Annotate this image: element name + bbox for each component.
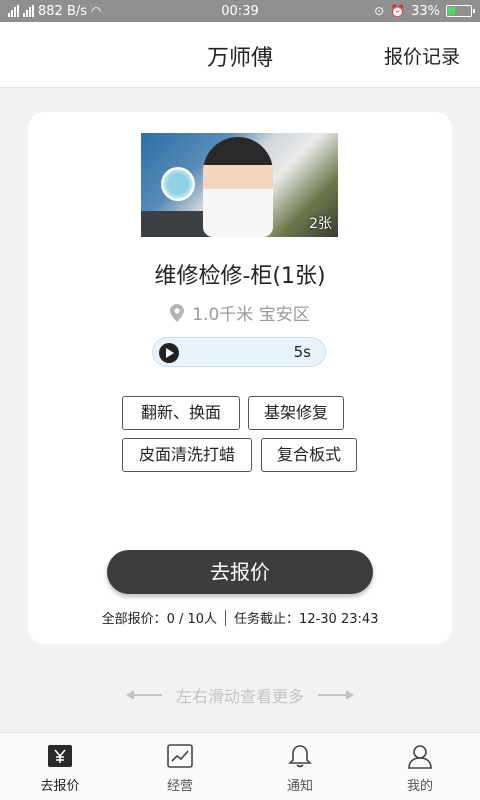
job-card[interactable]: 2张 维修检修-柜(1张) 1.0千米 宝安区 5s 翻新、换面 基架修复 皮面… (28, 112, 452, 644)
total-quotes: 全部报价：0 / 10人 (101, 612, 218, 627)
job-photo[interactable]: 2张 (141, 133, 338, 237)
status-bar: 882 B/s ◠ 00:39 ⊙ ⏰ 33% (0, 0, 480, 22)
nav-label: 我的 (406, 779, 433, 794)
location-text: 1.0千米 宝安区 (192, 305, 310, 325)
photo-fan (161, 167, 195, 201)
nav-item-profile[interactable]: 我的 (360, 733, 480, 800)
play-icon[interactable] (159, 343, 179, 363)
job-location: 1.0千米 宝安区 (28, 300, 452, 325)
service-tag: 翻新、换面 (122, 396, 240, 430)
photo-count-badge: 2张 (309, 216, 332, 232)
service-tag: 皮面清洗打蜡 (122, 438, 252, 472)
bell-icon (288, 745, 312, 768)
go-quote-button[interactable]: 去报价 (107, 550, 373, 594)
service-tag: 基架修复 (248, 396, 344, 430)
arrow-right-icon (318, 690, 354, 700)
nav-label: 去报价 (40, 779, 80, 794)
photo-person (203, 137, 273, 237)
nav-label: 通知 (286, 779, 313, 794)
divider (225, 609, 227, 626)
nav-item-business[interactable]: 经营 (120, 733, 240, 800)
battery-percent: 33% (411, 3, 440, 19)
network-speed: 882 B/s (38, 3, 88, 19)
yen-icon (48, 745, 72, 767)
job-title: 维修检修-柜(1张) (154, 264, 326, 289)
wifi-icon: ◠ (91, 4, 102, 18)
user-icon (408, 745, 432, 769)
bottom-nav: 去报价 经营 通知 我的 (0, 732, 480, 800)
nav-label: 经营 (166, 779, 193, 794)
signal-icon-2 (23, 5, 34, 17)
clock: 00:39 (221, 3, 259, 19)
battery-icon (446, 5, 475, 17)
swipe-hint: 左右滑动查看更多 (0, 683, 480, 707)
quote-records-link[interactable]: 报价记录 (384, 42, 460, 69)
job-meta: 全部报价：0 / 10人 任务截止：12-30 23:43 (28, 608, 452, 627)
nav-item-notifications[interactable]: 通知 (240, 733, 360, 800)
signal-icon (8, 5, 19, 17)
arrow-left-icon (125, 690, 162, 700)
task-deadline: 任务截止：12-30 23:43 (234, 612, 379, 627)
service-tag: 复合板式 (261, 438, 357, 472)
voice-message-player[interactable]: 5s (152, 337, 326, 367)
swipe-hint-text: 左右滑动查看更多 (175, 687, 304, 706)
app-header: 万师傅 报价记录 (0, 22, 480, 88)
alarm-icon: ⏰ (390, 4, 406, 18)
location-pin-icon (170, 303, 185, 322)
voice-duration: 5s (293, 343, 311, 361)
nav-item-quote[interactable]: 去报价 (0, 733, 120, 800)
battery-fill (448, 7, 455, 15)
lock-icon: ⊙ (374, 4, 385, 18)
chart-icon (167, 744, 193, 768)
